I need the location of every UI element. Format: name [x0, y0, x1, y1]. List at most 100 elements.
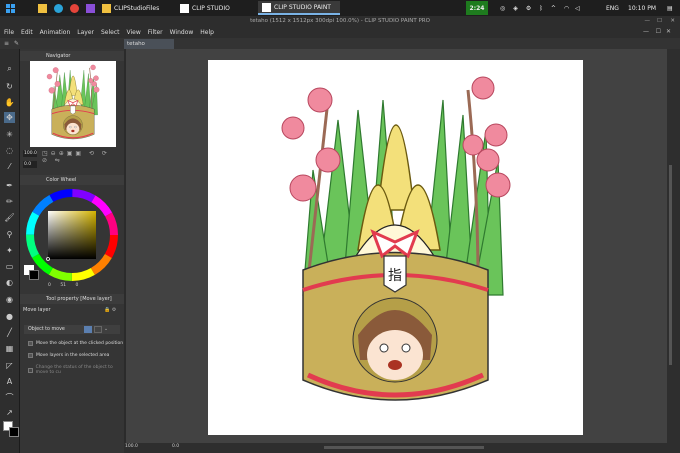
- color-wheel[interactable]: [24, 187, 120, 283]
- option-row-3[interactable]: Change the status of the object to move …: [28, 365, 124, 375]
- menu-help[interactable]: Help: [200, 29, 214, 36]
- menu-toggle-icon[interactable]: ≡: [4, 40, 9, 47]
- frame-tool-icon[interactable]: ▦: [4, 343, 15, 354]
- object-to-move-row: Object to move ⌄: [24, 325, 120, 334]
- zoom-tool-icon[interactable]: ⌕: [4, 63, 15, 74]
- status-angle[interactable]: 0.0: [172, 444, 179, 449]
- document-tab[interactable]: tetaho: [124, 39, 174, 49]
- figure-tool-icon[interactable]: ╱: [4, 327, 15, 338]
- drawing-canvas[interactable]: 指: [208, 60, 583, 435]
- sub-color-swatch[interactable]: [9, 427, 19, 437]
- close-doc-button[interactable]: ✕: [666, 28, 671, 35]
- maximize-button[interactable]: ☐: [657, 16, 662, 27]
- horizontal-scrollbar[interactable]: [324, 446, 484, 449]
- tool-property-title[interactable]: Tool property [Move layer]: [20, 294, 124, 304]
- navigator-title[interactable]: Navigator: [20, 51, 124, 61]
- menu-animation[interactable]: Animation: [40, 29, 71, 36]
- chevron-up-icon[interactable]: ^: [551, 5, 556, 12]
- artwork: 指: [208, 60, 583, 435]
- zoom-field[interactable]: 100.0: [23, 150, 37, 157]
- minimize-doc-button[interactable]: —: [643, 28, 649, 35]
- restore-doc-button[interactable]: ☐: [656, 28, 661, 35]
- hue-value: 0: [48, 283, 51, 288]
- folder-icon: [102, 3, 111, 13]
- minimize-button[interactable]: —: [645, 16, 651, 27]
- chevron-down-icon[interactable]: ⌄: [104, 325, 108, 334]
- decoration-tool-icon[interactable]: ✦: [4, 245, 15, 256]
- value-value: 0: [75, 283, 79, 288]
- file-explorer-icon[interactable]: [38, 1, 50, 15]
- hsv-values: 0 51 0: [48, 283, 78, 288]
- lasso-tool-icon[interactable]: ◌: [4, 145, 15, 156]
- menu-select[interactable]: Select: [101, 29, 120, 36]
- ruler-tool-icon[interactable]: ◸: [4, 360, 15, 371]
- text-tool-icon[interactable]: A: [4, 376, 15, 387]
- navigator-controls[interactable]: ◳⊖⊕▣▣ ⟲ ⟳ ⊘ ⇋: [42, 150, 120, 168]
- color-sub-swatch[interactable]: [29, 270, 39, 280]
- taskbar-app-clipstudiopaint[interactable]: CLIP STUDIO PAINT: [258, 1, 340, 15]
- taskbar: CLIPStudioFiles CLIP STUDIO CLIP STUDIO …: [0, 0, 680, 16]
- app-icon[interactable]: [86, 1, 98, 15]
- close-button[interactable]: ✕: [670, 16, 675, 27]
- command-bar: ≡ ✎ tetaho: [0, 38, 680, 49]
- tool-settings-icon[interactable]: 🔒 ⚙: [104, 307, 116, 313]
- tool-name: Move layer: [23, 307, 51, 313]
- balloon-tool-icon[interactable]: ⌒: [4, 392, 15, 403]
- notification-icon[interactable]: ▤: [667, 1, 673, 15]
- option-row-1[interactable]: Move the object at the clicked position: [28, 341, 123, 346]
- clip-studio-paint-icon: [262, 2, 271, 12]
- object-type-button-1[interactable]: [84, 326, 92, 333]
- camera-icon[interactable]: ◎: [500, 5, 505, 12]
- move-tool-icon[interactable]: ✥: [4, 112, 15, 123]
- menu-edit[interactable]: Edit: [21, 29, 33, 36]
- taskbar-app-clipstudiofiles[interactable]: CLIPStudioFiles: [102, 1, 174, 15]
- rotate-field[interactable]: 0.0: [23, 161, 37, 168]
- clock[interactable]: 10:10 PM: [628, 1, 656, 15]
- menu-filter[interactable]: Filter: [148, 29, 163, 36]
- bluetooth-icon[interactable]: ᛒ: [539, 5, 543, 12]
- gradient-tool-icon[interactable]: ●: [4, 311, 15, 322]
- color-wheel-graphic: [26, 189, 118, 281]
- color-wheel-title[interactable]: Color Wheel: [20, 175, 124, 185]
- eyedropper-tool-icon[interactable]: ⁄: [4, 161, 15, 172]
- windows-start-icon[interactable]: [6, 1, 15, 15]
- brush-icon[interactable]: ✎: [14, 40, 19, 47]
- menu-window[interactable]: Window: [170, 29, 194, 36]
- chrome-icon[interactable]: [70, 1, 82, 15]
- menu-file[interactable]: File: [4, 29, 14, 36]
- option-row-2[interactable]: Move layers in the selected area: [28, 353, 109, 358]
- navigator-thumbnail: [46, 64, 100, 140]
- pen-tool-icon[interactable]: ✒: [4, 180, 15, 191]
- brush-tool-icon[interactable]: 🖌: [4, 212, 15, 223]
- settings-icon[interactable]: ⚙: [526, 5, 531, 12]
- operation-tool-icon[interactable]: ✳: [4, 129, 15, 140]
- navigator-preview[interactable]: [30, 61, 116, 147]
- airbrush-tool-icon[interactable]: ⚲: [4, 229, 15, 240]
- wifi-icon[interactable]: ◠: [564, 5, 569, 12]
- option-checkbox-2[interactable]: [28, 353, 33, 358]
- tag-character: 指: [388, 268, 402, 284]
- eraser-tool-icon[interactable]: ▭: [4, 261, 15, 272]
- language-indicator[interactable]: ENG: [606, 1, 619, 15]
- fill-tool-icon[interactable]: ◉: [4, 294, 15, 305]
- object-type-button-2[interactable]: [94, 326, 102, 333]
- volume-icon[interactable]: ◁: [575, 5, 580, 12]
- tray-icons[interactable]: ◎ ◈ ⚙ ᛒ ^ ◠ ◁: [500, 1, 586, 15]
- vertical-scrollbar[interactable]: [669, 165, 672, 365]
- network-icon[interactable]: ◈: [513, 5, 518, 12]
- timer-badge[interactable]: 2:24: [466, 1, 488, 15]
- pencil-tool-icon[interactable]: ✏: [4, 196, 15, 207]
- clip-studio-icon: [180, 3, 189, 13]
- browser-icon[interactable]: [54, 1, 66, 15]
- option-checkbox-1[interactable]: [28, 341, 33, 346]
- left-panel: Navigator 100.0 0.0 ◳⊖⊕▣▣ ⟲ ⟳ ⊘ ⇋ Color …: [20, 49, 124, 453]
- menu-view[interactable]: View: [127, 29, 141, 36]
- correct-line-tool-icon[interactable]: ↗: [4, 407, 15, 418]
- blend-tool-icon[interactable]: ◐: [4, 277, 15, 288]
- taskbar-app-clipstudio[interactable]: CLIP STUDIO: [180, 1, 252, 15]
- hand-tool-icon[interactable]: ✋: [4, 97, 15, 108]
- option-checkbox-3[interactable]: [28, 367, 33, 373]
- rotate-tool-icon[interactable]: ↻: [4, 81, 15, 92]
- status-zoom[interactable]: 100.0: [125, 444, 138, 449]
- menu-layer[interactable]: Layer: [77, 29, 94, 36]
